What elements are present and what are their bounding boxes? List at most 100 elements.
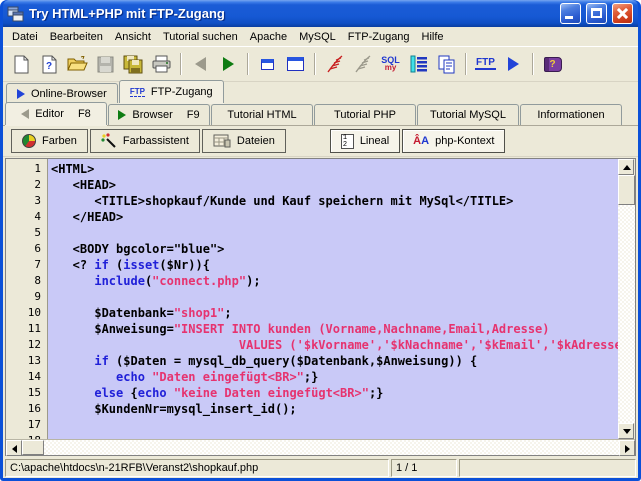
toolbar-separator (247, 53, 249, 75)
dateien-button[interactable]: Dateien (202, 129, 286, 153)
code-lines[interactable]: <HTML> <HEAD> <TITLE>shopkauf/Kunde und … (48, 159, 618, 439)
code-line[interactable]: $Datenbank="shop1"; (51, 305, 618, 321)
tab-online-browser[interactable]: Online-Browser (6, 83, 118, 103)
maximize-button[interactable] (586, 3, 607, 24)
scroll-up-button[interactable] (618, 159, 634, 175)
tab-tutorial-html[interactable]: Tutorial HTML (211, 104, 313, 125)
code-line[interactable]: <HTML> (51, 161, 618, 177)
menu-mysql[interactable]: MySQL (293, 28, 342, 46)
apache-feather-gray-icon (353, 54, 373, 74)
apache-feather-red-icon (325, 54, 345, 74)
php-kontext-toggle[interactable]: ÂA php-Kontext (402, 129, 505, 153)
main-toolbar: ? (3, 47, 638, 82)
window-small-button[interactable] (255, 52, 280, 77)
code-line[interactable]: $KundenNr=mysql_insert_id(); (51, 401, 618, 417)
scroll-right-button[interactable] (619, 440, 635, 456)
line-number: 1 (6, 161, 47, 177)
menu-bearbeiten[interactable]: Bearbeiten (44, 28, 109, 46)
line-number: 4 (6, 209, 47, 225)
mysql-icon: SQL my (381, 56, 400, 72)
gutter: 123456789101112131415161718 (6, 159, 48, 439)
fkey-label: F9 (187, 109, 200, 121)
code-line[interactable]: </HEAD> (51, 209, 618, 225)
copy-pages-icon (437, 55, 456, 74)
line-number: 6 (6, 241, 47, 257)
tab-browser[interactable]: Browser F9 (108, 104, 210, 125)
code-line[interactable]: else {echo "keine Daten eingefügt<BR>";} (51, 385, 618, 401)
arrow-left-gray-icon (21, 109, 29, 119)
code-line[interactable] (51, 289, 618, 305)
tab-tutorial-mysql[interactable]: Tutorial MySQL (417, 104, 519, 125)
horizontal-scroll-thumb[interactable] (22, 440, 44, 455)
run-button[interactable] (216, 52, 241, 77)
menu-ansicht[interactable]: Ansicht (109, 28, 157, 46)
menu-hilfe[interactable]: Hilfe (416, 28, 450, 46)
tab-informationen[interactable]: Informationen (520, 104, 622, 125)
status-page-indicator: 1 / 1 (391, 459, 457, 477)
minimize-icon (565, 16, 573, 19)
code-line[interactable]: <? if (isset($Nr)){ (51, 257, 618, 273)
vertical-scroll-track[interactable] (618, 205, 635, 423)
new-php-page-icon: ? (41, 55, 58, 74)
arrow-right-icon (625, 445, 630, 453)
list-button[interactable] (406, 52, 431, 77)
new-page-button[interactable] (9, 52, 34, 77)
menu-ftp-zugang[interactable]: FTP-Zugang (342, 28, 416, 46)
menu-datei[interactable]: Datei (6, 28, 44, 46)
code-line[interactable]: if ($Daten = mysql_db_query($Datenbank,$… (51, 353, 618, 369)
code-line[interactable] (51, 225, 618, 241)
scroll-left-button[interactable] (6, 440, 22, 456)
save-all-button[interactable] (121, 52, 146, 77)
code-line[interactable]: <TITLE>shopkauf/Kunde und Kauf speichern… (51, 193, 618, 209)
fkey-label: F8 (78, 108, 91, 120)
tab-tutorial-php[interactable]: Tutorial PHP (314, 104, 416, 125)
menu-apache[interactable]: Apache (244, 28, 293, 46)
vertical-scroll-thumb[interactable] (618, 175, 635, 205)
farbassistent-button[interactable]: Farbassistent (90, 129, 200, 153)
status-file-path: C:\apache\htdocs\n-21RFB\Veranst2\shopka… (5, 459, 389, 477)
colors-pie-icon (22, 134, 36, 148)
scroll-down-button[interactable] (618, 423, 634, 439)
vertical-scrollbar[interactable] (618, 159, 635, 439)
menu-tutorial-suchen[interactable]: Tutorial suchen (157, 28, 244, 46)
tab-editor[interactable]: Editor F8 (5, 102, 107, 125)
ftp-run-button[interactable] (501, 52, 526, 77)
copy-pages-button[interactable] (434, 52, 459, 77)
save-all-icon (123, 55, 144, 74)
tab-ftp-zugang[interactable]: FTP FTP-Zugang (119, 80, 224, 103)
lineal-toggle[interactable]: 1 2 Lineal (330, 129, 400, 153)
arrow-up-icon (623, 165, 631, 170)
code-line[interactable]: VALUES ('$kVorname','$kNachname','$kEmai… (51, 337, 618, 353)
line-number: 7 (6, 257, 47, 273)
help-book-icon: ? (544, 57, 562, 72)
ftp-button[interactable]: FTP (473, 52, 498, 77)
code-line[interactable]: $Anweisung="INSERT INTO kunden (Vorname,… (51, 321, 618, 337)
code-line[interactable]: include("connect.php"); (51, 273, 618, 289)
code-line[interactable]: <BODY bgcolor="blue"> (51, 241, 618, 257)
code-editor[interactable]: 123456789101112131415161718 <HTML> <HEAD… (5, 158, 636, 456)
horizontal-scrollbar[interactable] (6, 439, 635, 455)
open-file-button[interactable] (65, 52, 90, 77)
title-bar[interactable]: Try HTML+PHP mit FTP-Zugang (3, 0, 638, 27)
farben-button[interactable]: Farben (11, 129, 88, 153)
files-icon (213, 134, 231, 148)
help-button[interactable]: ? (540, 52, 565, 77)
app-window: Try HTML+PHP mit FTP-Zugang Datei Bearbe… (0, 0, 641, 481)
apache-start-button[interactable] (322, 52, 347, 77)
window-large-button[interactable] (283, 52, 308, 77)
close-button[interactable] (612, 3, 633, 24)
color-wand-icon (101, 133, 117, 149)
back-button[interactable] (188, 52, 213, 77)
mysql-button[interactable]: SQL my (378, 52, 403, 77)
code-line[interactable]: echo "Daten eingefügt<BR>";} (51, 369, 618, 385)
minimize-button[interactable] (560, 3, 581, 24)
apache-stop-button[interactable] (350, 52, 375, 77)
code-line[interactable]: <HEAD> (51, 177, 618, 193)
line-number: 9 (6, 289, 47, 305)
save-button[interactable] (93, 52, 118, 77)
print-button[interactable] (149, 52, 174, 77)
code-line[interactable] (51, 417, 618, 433)
menu-bar: Datei Bearbeiten Ansicht Tutorial suchen… (3, 27, 638, 47)
horizontal-scroll-track[interactable] (44, 440, 619, 455)
new-php-page-button[interactable]: ? (37, 52, 62, 77)
